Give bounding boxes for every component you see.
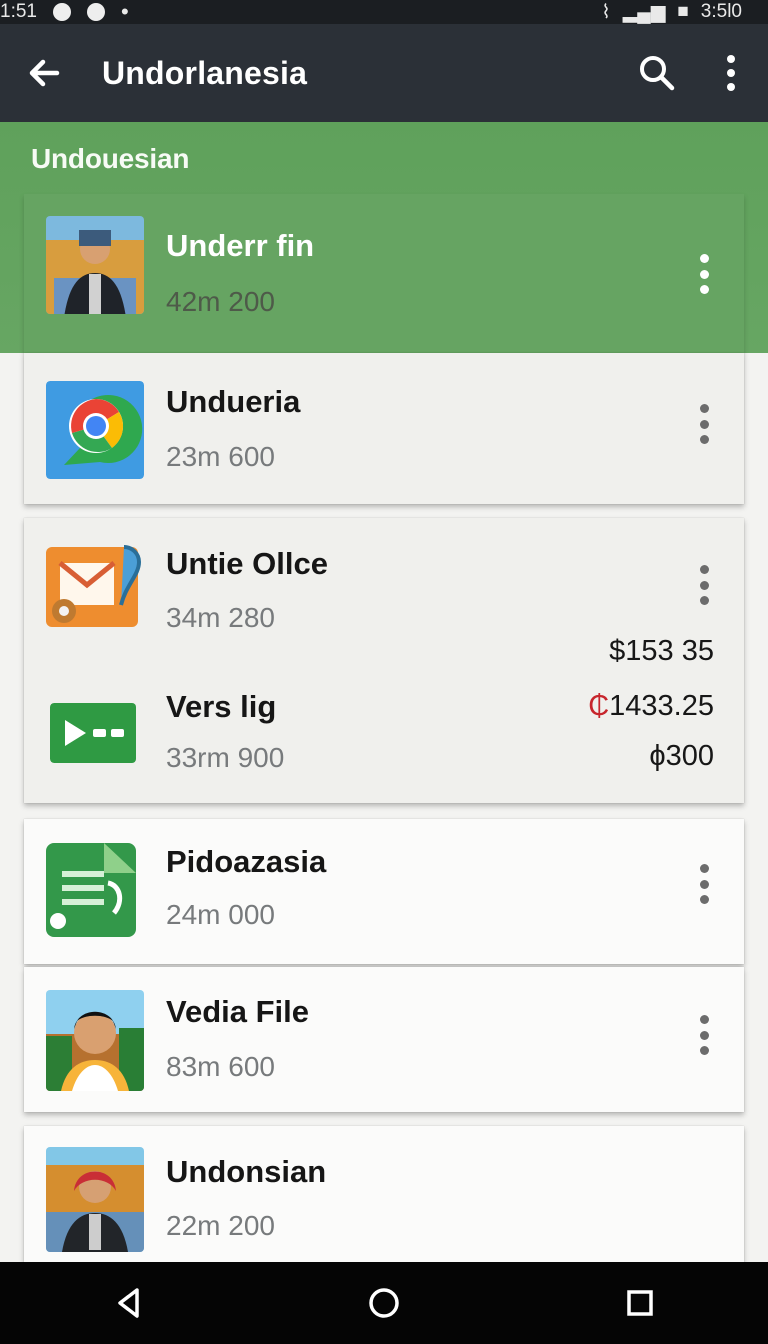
amount-value: 1433.25 — [609, 690, 714, 722]
item-title: Undonsian — [166, 1154, 327, 1189]
item-title: Underr fin — [166, 228, 315, 263]
facebook-notification-icon — [52, 3, 71, 21]
more-dot-icon — [699, 419, 709, 429]
app-toolbar: Undorlanesia — [0, 24, 768, 122]
more-dot-icon — [699, 285, 709, 294]
more-dot-icon — [699, 1030, 709, 1040]
item-amount: ϕ300 — [649, 740, 714, 772]
document-icon — [46, 843, 144, 941]
more-dot-icon — [699, 269, 709, 279]
avatar — [46, 1147, 144, 1252]
more-dot-icon — [699, 404, 709, 413]
more-dot-icon — [699, 580, 709, 590]
more-dot-icon — [699, 1015, 709, 1024]
back-button[interactable] — [0, 24, 92, 122]
list-item[interactable]: Vedia File 83m 600 — [24, 967, 744, 1112]
item-more-button[interactable] — [692, 404, 716, 444]
square-recents-icon — [627, 1290, 653, 1316]
recents-nav-button[interactable] — [602, 1268, 678, 1338]
back-nav-button[interactable] — [90, 1268, 166, 1338]
item-subtitle: 83m 600 — [166, 1051, 275, 1082]
item-more-button[interactable] — [692, 864, 716, 904]
notification-dot-icon: • — [120, 0, 129, 24]
list-item[interactable]: Pidoazasia 24m 000 — [24, 819, 744, 964]
list-item[interactable]: Underr fin 42m 200 — [24, 194, 744, 353]
notification-ring-icon — [86, 3, 105, 21]
search-icon — [640, 56, 675, 91]
more-dot-icon — [699, 1046, 709, 1055]
list-item[interactable]: Undonsian 22m 200 — [24, 1126, 744, 1262]
battery-icon: ■ — [677, 1, 689, 22]
status-clock: 3:5l0 — [700, 1, 742, 22]
more-dot-icon — [699, 435, 709, 444]
video-icon — [50, 703, 148, 763]
item-subtitle: 22m 200 — [166, 1210, 275, 1241]
more-dot-icon — [699, 895, 709, 904]
item-subtitle: 33rm 900 — [166, 742, 285, 773]
item-amount-warning: ₵1433.25 — [588, 690, 714, 723]
mail-settings-icon — [46, 545, 144, 629]
circle-home-icon — [369, 1288, 399, 1318]
wifi-icon: ⌇ — [601, 1, 611, 23]
currency-symbol: ₵ — [588, 690, 610, 722]
item-more-button[interactable] — [692, 254, 716, 294]
item-more-button[interactable] — [692, 1015, 716, 1055]
item-subtitle: 42m 200 — [166, 286, 275, 317]
more-vert-icon — [727, 55, 735, 91]
status-time: 1:51 — [0, 1, 37, 22]
item-subtitle: 34m 280 — [166, 602, 275, 633]
more-dot-icon — [699, 565, 709, 574]
item-title: Vedia File — [166, 994, 310, 1029]
item-title: Undueria — [166, 384, 301, 419]
status-bar: 1:51 • ⌇ ▂▄▆ ■ 3:5l0 — [0, 0, 768, 24]
system-navigation-bar — [0, 1262, 768, 1344]
toolbar-title: Undorlanesia — [102, 54, 308, 91]
signal-icon: ▂▄▆ — [622, 1, 666, 23]
more-dot-icon — [699, 864, 709, 873]
avatar — [46, 990, 144, 1091]
avatar — [46, 216, 144, 314]
more-dot-icon — [699, 254, 709, 263]
triangle-back-icon — [118, 1288, 139, 1318]
list-item-group: Untie Ollce 34m 280 $153 35 Vers lig 33r… — [24, 518, 744, 803]
item-subtitle: 23m 600 — [166, 441, 275, 472]
item-subtitle: 24m 000 — [166, 899, 275, 930]
item-title: Untie Ollce — [166, 546, 328, 581]
item-title: Pidoazasia — [166, 844, 327, 879]
list-item[interactable]: Undueria 23m 600 — [24, 353, 744, 504]
section-label: Undouesian — [31, 143, 190, 174]
arrow-left-icon — [29, 59, 60, 87]
more-dot-icon — [699, 879, 709, 889]
search-button[interactable] — [620, 24, 694, 122]
item-title: Vers lig — [166, 689, 277, 724]
overflow-menu-button[interactable] — [694, 24, 768, 122]
home-nav-button[interactable] — [346, 1268, 422, 1338]
more-dot-icon — [699, 596, 709, 605]
item-amount: $153 35 — [609, 635, 714, 667]
item-more-button[interactable] — [692, 565, 716, 605]
chrome-icon — [46, 381, 144, 479]
